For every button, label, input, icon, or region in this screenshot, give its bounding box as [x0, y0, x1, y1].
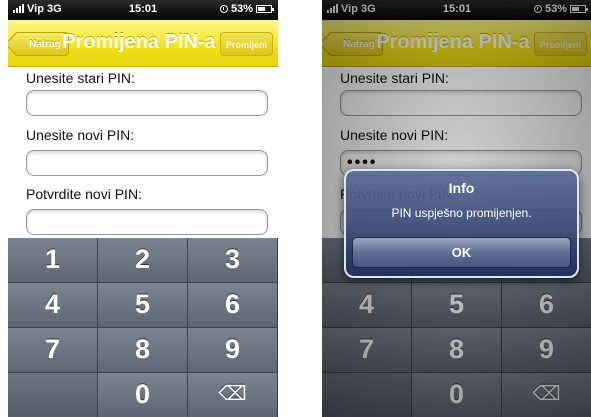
battery-icon — [256, 5, 274, 13]
old-pin-field[interactable] — [26, 90, 268, 116]
key-6[interactable]: 6 — [188, 283, 278, 328]
key-7[interactable]: 7 — [8, 328, 98, 373]
key-0[interactable]: 0 — [98, 373, 188, 417]
page-title: Promijena PIN-a — [62, 31, 216, 53]
confirm-pin-field[interactable] — [26, 209, 268, 235]
navigation-bar: Natrag Promijena PIN-a Promijeni — [8, 20, 278, 67]
change-button[interactable]: Promijeni — [219, 32, 273, 56]
confirm-pin-label: Potvrdite novi PIN: — [26, 186, 142, 202]
key-4[interactable]: 4 — [8, 283, 98, 328]
back-button[interactable]: Natrag — [14, 32, 69, 56]
battery-percent: 53% — [230, 3, 253, 15]
key-8[interactable]: 8 — [98, 328, 188, 373]
key-9[interactable]: 9 — [188, 328, 278, 373]
new-pin-label: Unesite novi PIN: — [26, 127, 135, 143]
key-1[interactable]: 1 — [8, 238, 98, 283]
status-bar: Vip 3G 15:01 53% — [8, 0, 278, 20]
backspace-key-icon[interactable]: ⌫ — [188, 373, 278, 417]
key-3[interactable]: 3 — [188, 238, 278, 283]
numeric-keypad: 1 2 3 4 5 6 7 8 9 0 ⌫ — [8, 238, 278, 417]
alert-title: Info — [448, 180, 475, 196]
old-pin-label: Unesite stari PIN: — [26, 70, 135, 86]
key-2[interactable]: 2 — [98, 238, 188, 283]
battery-info: 53% — [219, 3, 274, 15]
key-5[interactable]: 5 — [98, 283, 188, 328]
phone-screen-success-alert: Vip 3G 15:01 53% Natrag Promijena PIN-a … — [322, 0, 591, 417]
new-pin-field[interactable] — [26, 150, 268, 176]
key-blank — [8, 373, 98, 417]
ok-button[interactable]: OK — [352, 237, 571, 268]
phone-screen-pin-entry: Vip 3G 15:01 53% Natrag Promijena PIN-a … — [8, 0, 278, 417]
alarm-clock-icon — [219, 5, 228, 13]
alert-message: PIN uspješno promijenjen. — [391, 206, 532, 220]
info-alert-dialog: Info PIN uspješno promijenjen. OK — [344, 169, 579, 278]
